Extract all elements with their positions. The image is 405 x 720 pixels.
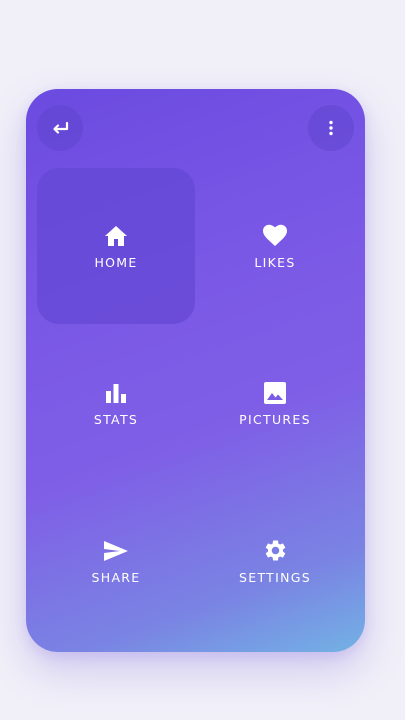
send-icon [103,538,129,564]
bar-chart-icon [103,380,129,406]
tile-share[interactable]: SHARE [37,483,195,639]
menu-card: HOME LIKES STATS PICTURES SHARE SETTINGS [26,89,365,652]
tile-pictures-label: PICTURES [239,411,311,427]
tile-likes[interactable]: LIKES [196,168,354,324]
tile-pictures[interactable]: PICTURES [196,325,354,481]
tile-share-label: SHARE [91,569,141,585]
tile-likes-label: LIKES [254,254,296,270]
tile-stats-label: STATS [93,411,139,427]
back-button[interactable] [37,105,83,151]
tile-stats[interactable]: STATS [37,325,195,481]
more-options-button[interactable] [308,105,354,151]
heart-icon [262,223,288,249]
tile-settings[interactable]: SETTINGS [196,483,354,639]
tile-home-label: HOME [94,254,138,270]
image-icon [262,380,288,406]
tile-home[interactable]: HOME [37,168,195,324]
gear-icon [262,538,288,564]
screen: HOME LIKES STATS PICTURES SHARE SETTINGS [0,0,405,720]
return-arrow-icon [50,120,70,136]
home-icon [103,223,129,249]
tile-settings-label: SETTINGS [239,569,311,585]
more-vertical-icon [328,120,334,136]
